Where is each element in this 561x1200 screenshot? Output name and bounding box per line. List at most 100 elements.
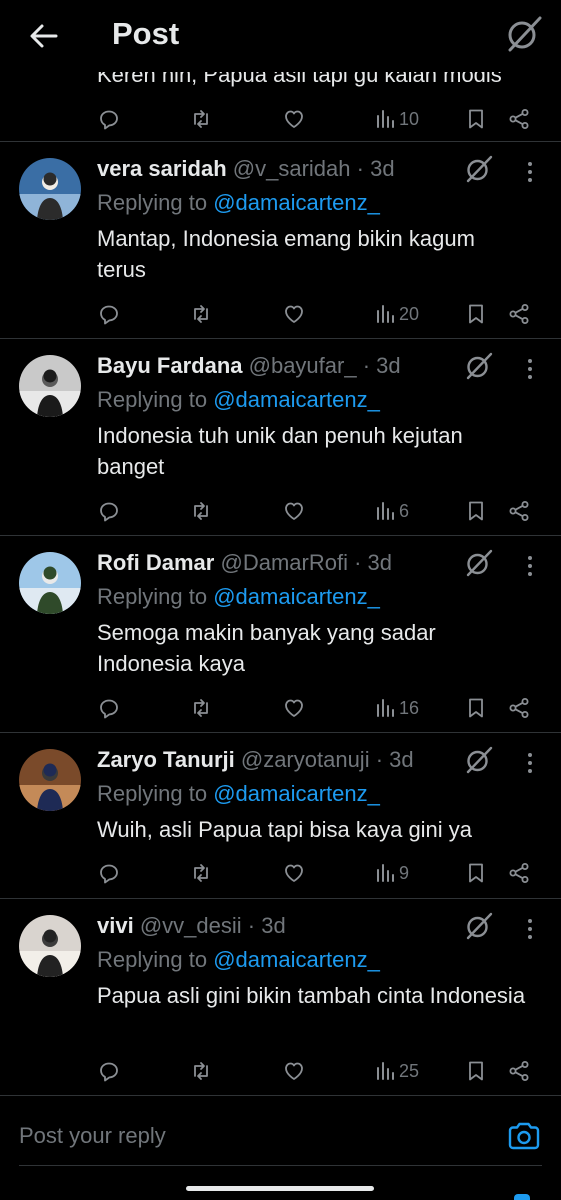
- bar-chart-icon: [377, 502, 394, 520]
- reply-input[interactable]: [19, 1117, 479, 1155]
- more-options-icon[interactable]: [520, 357, 540, 381]
- repost-button[interactable]: [189, 300, 213, 328]
- back-arrow-icon[interactable]: [26, 18, 62, 54]
- avatar[interactable]: [19, 158, 81, 220]
- reply-button[interactable]: [97, 300, 121, 328]
- timestamp[interactable]: 3d: [376, 353, 400, 378]
- like-button[interactable]: [282, 300, 306, 328]
- grok-icon[interactable]: [464, 548, 494, 578]
- mention-link[interactable]: @damaicartenz_: [213, 190, 380, 215]
- replying-label: Replying to: [97, 190, 208, 215]
- display-name[interactable]: vivi: [97, 913, 134, 938]
- like-button[interactable]: [282, 497, 306, 525]
- user-handle[interactable]: @vv_desii: [140, 913, 242, 938]
- reply-item[interactable]: Bayu Fardana @bayufar_ · 3d Replying to @…: [0, 339, 561, 536]
- user-handle[interactable]: @zaryotanuji: [241, 747, 370, 772]
- avatar[interactable]: [19, 749, 81, 811]
- share-button[interactable]: [507, 300, 531, 328]
- replying-to: Replying to @damaicartenz_: [97, 584, 380, 610]
- bookmark-icon: [469, 1061, 483, 1081]
- bookmark-icon: [469, 304, 483, 324]
- like-button[interactable]: [282, 694, 306, 722]
- retweet-icon: [194, 864, 208, 882]
- grok-icon[interactable]: [504, 14, 544, 54]
- timestamp[interactable]: 3d: [368, 550, 392, 575]
- reply-item[interactable]: vivi @vv_desii · 3d Replying to @damaicar…: [0, 899, 561, 1096]
- repost-button[interactable]: [189, 105, 213, 133]
- bookmark-button[interactable]: [464, 105, 488, 133]
- more-options-icon[interactable]: [520, 554, 540, 578]
- action-bar: 9: [0, 855, 561, 891]
- mention-link[interactable]: @damaicartenz_: [213, 387, 380, 412]
- mention-link[interactable]: @damaicartenz_: [213, 584, 380, 609]
- display-name[interactable]: vera saridah: [97, 156, 227, 181]
- page-title: Post: [112, 16, 180, 51]
- reply-text: Semoga makin banyak yang sadar Indonesia…: [97, 620, 436, 676]
- timestamp[interactable]: 3d: [261, 913, 285, 938]
- views-button[interactable]: 10: [373, 105, 419, 133]
- reply-item[interactable]: Zaryo Tanurji @zaryotanuji · 3d Replying …: [0, 733, 561, 899]
- mention-link[interactable]: @damaicartenz_: [213, 947, 380, 972]
- grok-icon[interactable]: [464, 154, 494, 184]
- repost-button[interactable]: [189, 859, 213, 887]
- grok-icon[interactable]: [464, 351, 494, 381]
- views-button[interactable]: 20: [373, 300, 419, 328]
- user-handle[interactable]: @v_saridah: [233, 156, 351, 181]
- share-icon: [509, 501, 529, 521]
- reply-button[interactable]: [97, 105, 121, 133]
- reply-button[interactable]: [97, 859, 121, 887]
- replying-label: Replying to: [97, 947, 208, 972]
- views-button[interactable]: 6: [373, 497, 409, 525]
- replying-label: Replying to: [97, 387, 208, 412]
- reply-button[interactable]: [97, 497, 121, 525]
- grok-icon[interactable]: [464, 745, 494, 775]
- avatar[interactable]: [19, 355, 81, 417]
- replying-to: Replying to @damaicartenz_: [97, 190, 380, 216]
- heart-icon: [285, 305, 303, 323]
- share-button[interactable]: [507, 1057, 531, 1085]
- bookmark-button[interactable]: [464, 1057, 488, 1085]
- user-handle[interactable]: @bayufar_: [249, 353, 357, 378]
- reply-button[interactable]: [97, 1057, 121, 1085]
- timestamp[interactable]: 3d: [370, 156, 394, 181]
- avatar[interactable]: [19, 915, 81, 977]
- reply-item[interactable]: vera saridah @v_saridah · 3d Replying to …: [0, 142, 561, 339]
- share-button[interactable]: [507, 105, 531, 133]
- share-button[interactable]: [507, 694, 531, 722]
- share-button[interactable]: [507, 497, 531, 525]
- display-name[interactable]: Rofi Damar: [97, 550, 214, 575]
- bookmark-button[interactable]: [464, 859, 488, 887]
- speech-bubble-icon: [100, 1062, 118, 1082]
- like-button[interactable]: [282, 859, 306, 887]
- display-name[interactable]: Bayu Fardana: [97, 353, 243, 378]
- bookmark-button[interactable]: [464, 694, 488, 722]
- camera-icon[interactable]: [507, 1121, 541, 1151]
- more-options-icon[interactable]: [520, 917, 540, 941]
- views-button[interactable]: 16: [373, 694, 419, 722]
- views-button[interactable]: 25: [373, 1057, 419, 1085]
- more-options-icon[interactable]: [520, 751, 540, 775]
- reply-header: Rofi Damar @DamarRofi · 3d: [97, 550, 392, 576]
- more-options-icon[interactable]: [520, 160, 540, 184]
- repost-button[interactable]: [189, 694, 213, 722]
- share-button[interactable]: [507, 859, 531, 887]
- views-button[interactable]: 9: [373, 859, 409, 887]
- like-button[interactable]: [282, 105, 306, 133]
- reply-button[interactable]: [97, 694, 121, 722]
- bar-chart-icon: [377, 864, 394, 882]
- partial-reply[interactable]: Keren nih, Papua asli tapi gu kalah modi…: [0, 60, 561, 142]
- reply-item[interactable]: Rofi Damar @DamarRofi · 3d Replying to @d…: [0, 536, 561, 733]
- home-indicator[interactable]: [186, 1186, 374, 1191]
- repost-button[interactable]: [189, 497, 213, 525]
- bookmark-button[interactable]: [464, 497, 488, 525]
- display-name[interactable]: Zaryo Tanurji: [97, 747, 235, 772]
- mention-link[interactable]: @damaicartenz_: [213, 781, 380, 806]
- grok-icon[interactable]: [464, 911, 494, 941]
- timestamp[interactable]: 3d: [389, 747, 413, 772]
- user-handle[interactable]: @DamarRofi: [220, 550, 347, 575]
- like-button[interactable]: [282, 1057, 306, 1085]
- action-bar: 16: [0, 690, 561, 726]
- repost-button[interactable]: [189, 1057, 213, 1085]
- bookmark-button[interactable]: [464, 300, 488, 328]
- avatar[interactable]: [19, 552, 81, 614]
